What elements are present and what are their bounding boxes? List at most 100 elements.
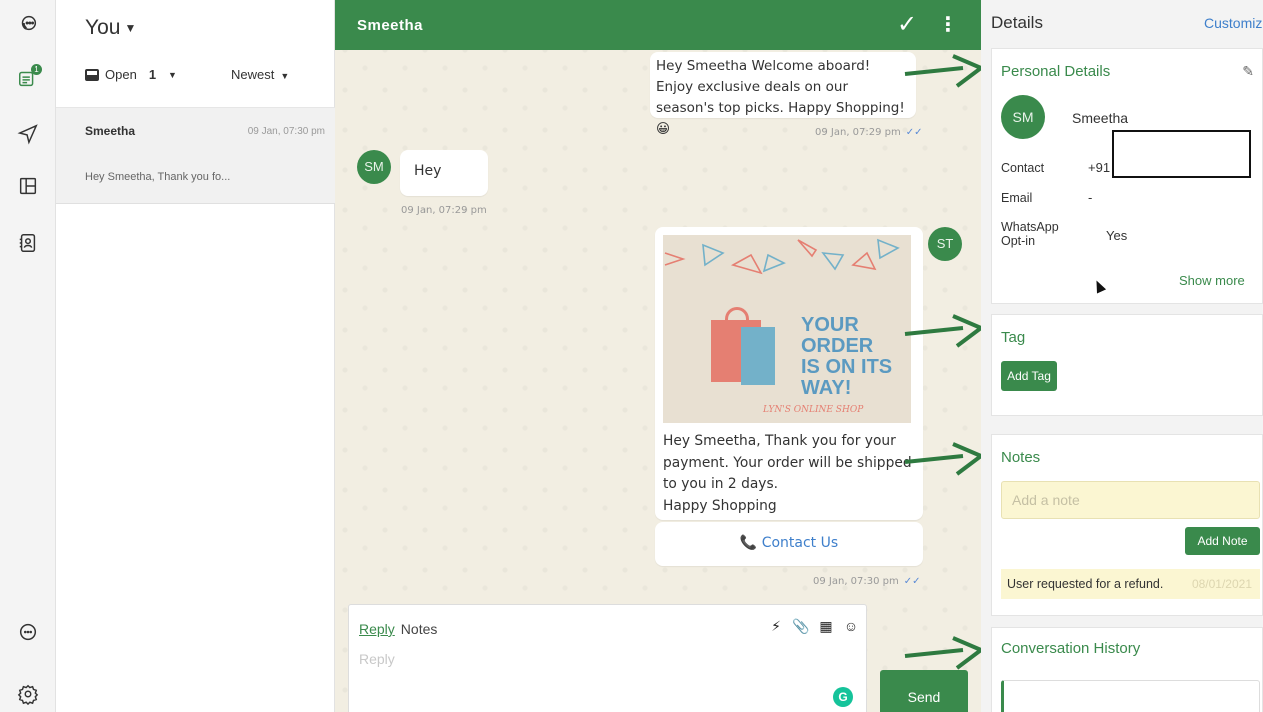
add-tag-button[interactable]: Add Tag: [1001, 361, 1057, 391]
annotation-arrow-icon: [904, 636, 983, 670]
notes-card: Notes Add a note Add Note User requested…: [991, 434, 1263, 616]
conversation-name: Smeetha: [85, 124, 136, 138]
composer-tabs: Reply Notes: [359, 621, 437, 637]
contacts-icon[interactable]: [14, 229, 42, 257]
message-time: 09 Jan, 07:29 pm ✓✓: [815, 127, 923, 138]
customize-link[interactable]: Customize: [1204, 15, 1263, 31]
message-line: Happy Shopping: [663, 497, 777, 514]
message-time-text: 09 Jan, 07:29 pm: [815, 127, 901, 138]
promo-line: IS ON ITS: [801, 356, 893, 378]
template-icon[interactable]: ▦: [817, 617, 835, 635]
read-receipt-icon: ✓✓: [903, 576, 921, 587]
note-item: User requested for a refund. 08/01/2021: [1001, 569, 1260, 599]
agent-avatar: ST: [928, 227, 962, 261]
inbox-badge: 1: [31, 64, 42, 75]
incoming-message: Hey: [400, 150, 488, 196]
outgoing-template-message: YOUR ORDER IS ON ITS WAY! LYN'S ONLINE S…: [655, 227, 923, 520]
personal-details-card: Personal Details ✎ SM Smeetha Contact +9…: [991, 48, 1263, 304]
message-text: Hey Smeetha, Thank you for your payment.…: [663, 431, 915, 517]
grammarly-icon[interactable]: G: [833, 687, 853, 707]
owner-label: You: [85, 16, 121, 39]
conversation-history-heading: Conversation History: [1001, 640, 1141, 657]
sort-label: Newest: [231, 67, 275, 82]
redacted-box: [1112, 130, 1251, 178]
contact-label: Contact: [1001, 161, 1045, 175]
message-text: Hey: [414, 163, 442, 179]
more-options-icon[interactable]: ⋮: [938, 12, 958, 37]
message-time-text: 09 Jan, 07:30 pm: [813, 576, 899, 587]
composer-toolbar: ⚡ 📎 ▦ ☺: [767, 617, 860, 635]
tag-card: Tag Add Tag: [991, 314, 1263, 416]
annotation-arrow-icon: [904, 314, 983, 348]
contact-us-button[interactable]: 📞 Contact Us: [655, 522, 923, 566]
message-time: 09 Jan, 07:29 pm: [401, 205, 487, 216]
promo-headline: YOUR ORDER IS ON ITS WAY!: [801, 315, 911, 399]
logo-icon[interactable]: [14, 9, 42, 37]
layout-icon[interactable]: [14, 172, 42, 200]
hanger-decoration: [664, 238, 900, 275]
chevron-down-icon: ▼: [124, 21, 137, 36]
note-date: 08/01/2021: [1191, 577, 1252, 591]
notes-heading: Notes: [1001, 449, 1041, 466]
inbox-icon[interactable]: 1: [14, 64, 42, 92]
read-receipt-icon: ✓✓: [905, 127, 923, 138]
resolve-check-icon[interactable]: ✓: [897, 10, 917, 39]
conversation-preview: Hey Smeetha, Thank you fo...: [85, 171, 231, 183]
reply-composer: Reply Notes ⚡ 📎 ▦ ☺ Reply G: [348, 604, 867, 712]
send-icon[interactable]: [14, 120, 42, 148]
conversation-time: 09 Jan, 07:30 pm: [247, 126, 325, 137]
contact-value: +91: [1088, 160, 1111, 175]
optin-label: WhatsApp Opt-in: [1001, 220, 1059, 248]
history-item[interactable]: [1001, 680, 1260, 712]
promo-shop-name: LYN'S ONLINE SHOP: [763, 405, 864, 415]
attachment-icon[interactable]: 📎: [792, 617, 810, 635]
chevron-down-icon: ▼: [168, 69, 177, 80]
conversation-history-card: Conversation History: [991, 627, 1263, 712]
details-panel: Details Customize Personal Details ✎ SM …: [981, 0, 1263, 712]
message-line: payment. Your order will be shipped: [663, 454, 912, 471]
tab-notes[interactable]: Notes: [401, 621, 438, 637]
tag-heading: Tag: [1001, 329, 1026, 346]
contact-us-label: Contact Us: [761, 535, 839, 551]
quick-reply-icon[interactable]: ⚡: [767, 617, 785, 635]
details-title: Details: [991, 13, 1043, 32]
send-button[interactable]: Send: [880, 670, 968, 712]
promo-line: WAY!: [801, 377, 852, 399]
note-input[interactable]: Add a note: [1001, 481, 1260, 519]
contact-avatar: SM: [1001, 95, 1045, 139]
chat-pane: Smeetha ✓ ⋮ Hey Smeetha Welcome aboard! …: [335, 0, 981, 712]
app: 1 You ▼ Open 1 ▼ Newest ▼ Smeetha 09 Jan…: [0, 0, 1263, 712]
status-filter-count: 1: [148, 67, 157, 82]
chat-bubble-icon[interactable]: [14, 618, 42, 646]
shopping-bag-icon: [741, 327, 775, 385]
chat-contact-name: Smeetha: [357, 17, 424, 34]
settings-gear-icon[interactable]: [14, 680, 42, 708]
reply-input[interactable]: Reply: [359, 651, 395, 667]
conversation-list: You ▼ Open 1 ▼ Newest ▼ Smeetha 09 Jan, 07…: [56, 0, 335, 712]
message-line: Hey Smeetha, Thank you for your: [663, 433, 896, 449]
chat-header: Smeetha ✓ ⋮: [335, 0, 981, 50]
edit-pencil-icon[interactable]: ✎: [1242, 63, 1254, 80]
phone-icon: 📞: [739, 535, 758, 551]
email-value: -: [1088, 190, 1093, 205]
annotation-arrow-icon: [904, 442, 983, 476]
message-time: 09 Jan, 07:30 pm ✓✓: [813, 576, 921, 587]
status-filter[interactable]: Open 1 ▼: [85, 67, 177, 82]
message-line: to you in 2 days.: [663, 476, 779, 492]
contact-avatar: SM: [357, 150, 391, 184]
owner-dropdown[interactable]: You ▼: [85, 16, 136, 40]
status-filter-label: Open: [105, 67, 137, 82]
sort-dropdown[interactable]: Newest ▼: [231, 67, 289, 82]
left-rail: 1: [0, 0, 56, 712]
add-note-button[interactable]: Add Note: [1185, 527, 1260, 555]
contact-name: Smeetha: [1072, 110, 1129, 126]
chevron-down-icon: ▼: [280, 71, 290, 81]
inbox-tray-icon: [85, 68, 99, 81]
conversation-item[interactable]: Smeetha 09 Jan, 07:30 pm Hey Smeetha, Th…: [56, 107, 335, 204]
show-more-link[interactable]: Show more: [1179, 273, 1245, 288]
outgoing-message: Hey Smeetha Welcome aboard! Enjoy exclus…: [650, 52, 916, 137]
annotation-arrow-icon: [904, 54, 983, 88]
tab-reply[interactable]: Reply: [359, 621, 395, 637]
emoji-icon[interactable]: ☺: [842, 617, 860, 635]
optin-label-line: Opt-in: [1001, 234, 1036, 248]
